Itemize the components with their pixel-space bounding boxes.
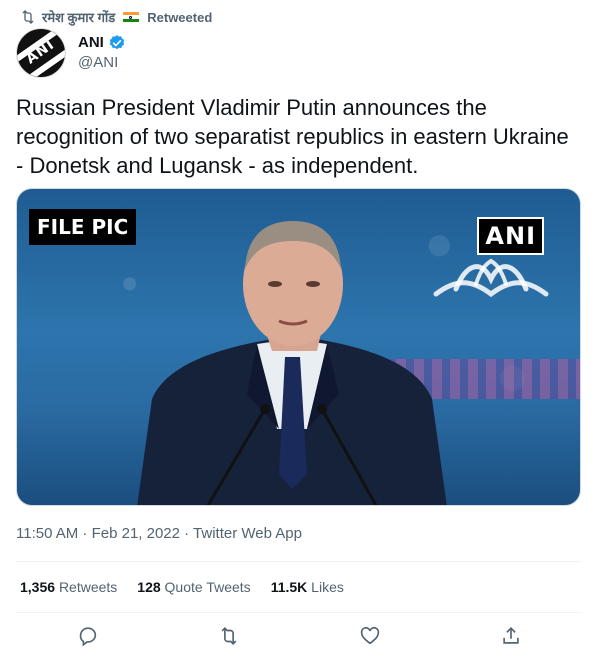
likes-label: Likes <box>311 579 344 595</box>
divider <box>16 561 581 562</box>
reply-button[interactable] <box>77 625 99 647</box>
author-display-name[interactable]: ANI <box>78 33 104 53</box>
tweet-media-image[interactable]: FILE PIC ANI <box>16 188 581 506</box>
retweets-stat[interactable]: 1,356 Retweets <box>20 579 117 595</box>
tweet-timestamp[interactable]: 11:50 AM · Feb 21, 2022 · Twitter Web Ap… <box>16 525 302 542</box>
author-names: ANI @ANI <box>78 33 126 73</box>
retweets-count: 1,356 <box>20 579 56 595</box>
retweeted-label: Retweeted <box>147 9 213 25</box>
tweet-stats: 1,356 Retweets 128 Quote Tweets 11.5K Li… <box>20 579 344 595</box>
verified-badge-icon <box>109 35 125 50</box>
india-flag-icon <box>123 11 140 23</box>
share-button[interactable] <box>500 625 522 647</box>
divider <box>16 612 581 613</box>
reply-icon <box>79 627 97 647</box>
retweet-context: रमेश कुमार गोंड Retweeted <box>20 8 212 26</box>
author-handle[interactable]: @ANI <box>78 53 126 73</box>
tweet-text: Russian President Vladimir Putin announc… <box>16 95 569 178</box>
tweet-header: ANI ANI @ANI <box>16 28 126 78</box>
heart-icon <box>360 626 380 645</box>
ani-watermark: ANI <box>477 217 544 255</box>
quotes-count: 128 <box>137 579 161 595</box>
retweet-icon <box>22 10 34 24</box>
retweeter-name[interactable]: रमेश कुमार गोंड <box>42 8 115 26</box>
retweet-icon <box>221 627 237 645</box>
quotes-stat[interactable]: 128 Quote Tweets <box>137 579 250 595</box>
likes-count: 11.5K <box>270 579 308 595</box>
avatar[interactable]: ANI <box>16 28 66 78</box>
like-button[interactable] <box>359 625 381 647</box>
author-display-name-row[interactable]: ANI <box>78 33 126 53</box>
share-icon <box>503 627 519 644</box>
likes-stat[interactable]: 11.5K Likes <box>271 579 344 595</box>
quotes-label: Quote Tweets <box>164 579 251 595</box>
retweets-label: Retweets <box>58 579 118 595</box>
tweet-actions <box>0 622 598 652</box>
retweet-button[interactable] <box>218 625 240 647</box>
file-pic-overlay: FILE PIC <box>29 209 137 245</box>
